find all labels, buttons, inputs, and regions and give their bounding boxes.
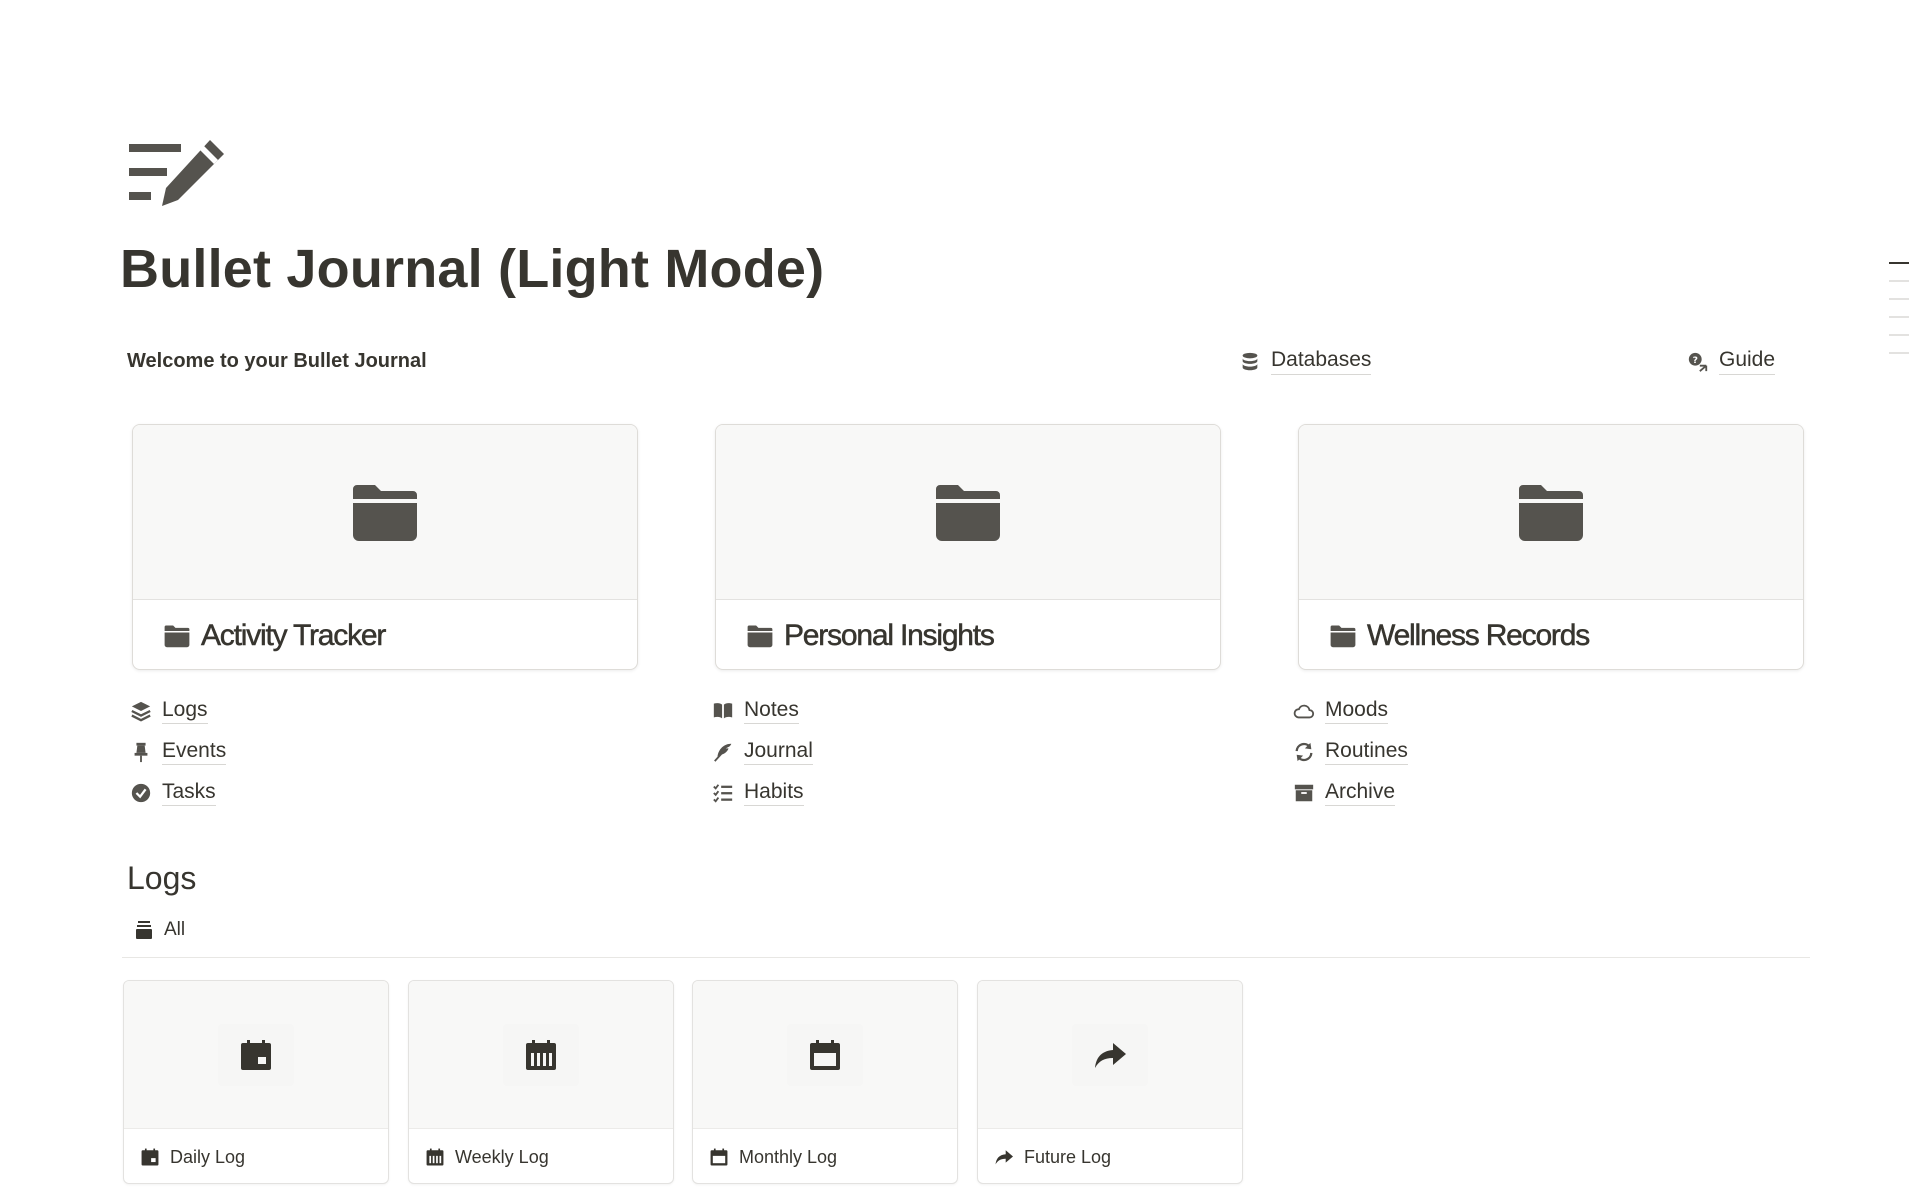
link-label: Notes: [744, 698, 799, 724]
card-footer[interactable]: Wellness Records: [1299, 600, 1803, 669]
link-label: Journal: [744, 739, 813, 765]
checklist-icon: [713, 783, 733, 803]
refresh-icon: [1295, 742, 1313, 761]
forward-arrow-icon: [995, 1150, 1013, 1165]
link-label: Tasks: [162, 780, 216, 806]
link-label: Habits: [744, 780, 804, 806]
database-icon: [1242, 352, 1258, 370]
page-icon: [126, 140, 226, 210]
toc-line[interactable]: [1889, 316, 1909, 318]
card-title: Future Log: [1024, 1146, 1112, 1167]
link-label: Archive: [1325, 780, 1396, 806]
link-notes[interactable]: Notes: [712, 690, 813, 731]
folder-icon: [164, 625, 190, 647]
card-title: Weekly Log: [455, 1146, 549, 1167]
link-logs[interactable]: Logs: [130, 690, 226, 731]
log-card-daily[interactable]: Daily Log: [123, 980, 389, 1184]
svg-text:?: ?: [1693, 354, 1698, 365]
link-habits[interactable]: Habits: [712, 772, 813, 813]
folder-icon: [747, 625, 773, 647]
toc-line[interactable]: [1889, 262, 1909, 264]
databases-label: Databases: [1271, 348, 1372, 375]
toc-line[interactable]: [1889, 334, 1909, 336]
log-card-monthly[interactable]: Monthly Log: [692, 980, 958, 1184]
calendar-month-icon: [810, 1039, 840, 1070]
layers-icon: [131, 701, 151, 721]
icon-tile: [503, 1023, 579, 1086]
section-card-personal-insights[interactable]: Personal Insights: [715, 424, 1221, 670]
link-label: Routines: [1325, 739, 1408, 765]
card-title: Activity Tracker: [201, 618, 387, 652]
folder-icon: [1330, 625, 1356, 647]
card-title: Wellness Records: [1367, 618, 1591, 652]
card-cover: [133, 425, 637, 600]
section-card-wellness-records[interactable]: Wellness Records: [1298, 424, 1804, 670]
feather-icon: [714, 743, 732, 762]
card-title: Monthly Log: [739, 1146, 838, 1167]
link-label: Events: [162, 739, 227, 765]
welcome-text: Welcome to your Bullet Journal: [127, 350, 427, 372]
book-open-icon: [713, 702, 733, 718]
calendar-week-icon: [426, 1148, 444, 1166]
forward-arrow-icon: [1095, 1042, 1126, 1068]
link-label: Logs: [162, 698, 208, 724]
calendar-week-icon: [526, 1039, 556, 1070]
card-cover: [124, 981, 388, 1129]
link-routines[interactable]: Routines: [1293, 731, 1408, 772]
logs-heading: Logs: [127, 860, 197, 896]
card-footer[interactable]: Monthly Log: [693, 1129, 957, 1183]
card-footer[interactable]: Daily Log: [124, 1129, 388, 1183]
link-archive[interactable]: Archive: [1293, 772, 1408, 813]
card-title: Daily Log: [170, 1146, 246, 1167]
link-journal[interactable]: Journal: [712, 731, 813, 772]
calendar-month-icon: [710, 1148, 728, 1166]
guide-label: Guide: [1719, 348, 1776, 375]
log-card-weekly[interactable]: Weekly Log: [408, 980, 674, 1184]
card-cover: [978, 981, 1242, 1129]
toc-line[interactable]: [1889, 298, 1909, 300]
card-footer[interactable]: Activity Tracker: [133, 600, 637, 669]
divider: [122, 957, 1810, 958]
card-footer[interactable]: Personal Insights: [716, 600, 1220, 669]
folder-icon: [353, 485, 417, 541]
personal-insights-links: Notes Journal Habits: [712, 690, 813, 813]
link-moods[interactable]: Moods: [1293, 690, 1408, 731]
folder-icon: [936, 485, 1000, 541]
cloud-icon: [1293, 704, 1315, 718]
guide-link[interactable]: ? Guide: [1687, 348, 1776, 375]
guide-icon: ?: [1688, 352, 1708, 372]
check-circle-icon: [131, 783, 151, 802]
card-cover: [409, 981, 673, 1129]
folder-icon: [1519, 485, 1583, 541]
calendar-day-icon: [141, 1148, 159, 1166]
table-of-contents[interactable]: [1889, 262, 1909, 370]
card-footer[interactable]: Future Log: [978, 1129, 1242, 1183]
icon-tile: [218, 1023, 294, 1086]
toc-line[interactable]: [1889, 352, 1909, 354]
icon-tile: [787, 1023, 863, 1086]
link-tasks[interactable]: Tasks: [130, 772, 226, 813]
activity-tracker-links: Logs Events Tasks: [130, 690, 227, 813]
link-events[interactable]: Events: [130, 731, 227, 772]
page-title: Bullet Journal (Light Mode): [120, 239, 825, 299]
card-cover: [1299, 425, 1803, 600]
card-footer[interactable]: Weekly Log: [409, 1129, 673, 1183]
stack-icon: [136, 921, 152, 939]
log-card-future[interactable]: Future Log: [977, 980, 1243, 1184]
archive-icon: [1294, 784, 1314, 801]
databases-link[interactable]: Databases: [1239, 348, 1372, 375]
section-card-activity-tracker[interactable]: Activity Tracker: [132, 424, 638, 670]
pin-icon: [134, 742, 148, 762]
card-title: Personal Insights: [784, 618, 995, 652]
calendar-day-icon: [241, 1039, 271, 1070]
card-cover: [716, 425, 1220, 600]
view-tab-label: All: [164, 919, 186, 940]
wellness-records-links: Moods Routines Archive: [1293, 690, 1408, 813]
link-label: Moods: [1325, 698, 1389, 724]
view-tab-all[interactable]: All: [134, 919, 185, 941]
toc-line[interactable]: [1889, 280, 1909, 282]
icon-tile: [1072, 1023, 1148, 1086]
notes-pencil-icon: [129, 140, 224, 206]
card-cover: [693, 981, 957, 1129]
